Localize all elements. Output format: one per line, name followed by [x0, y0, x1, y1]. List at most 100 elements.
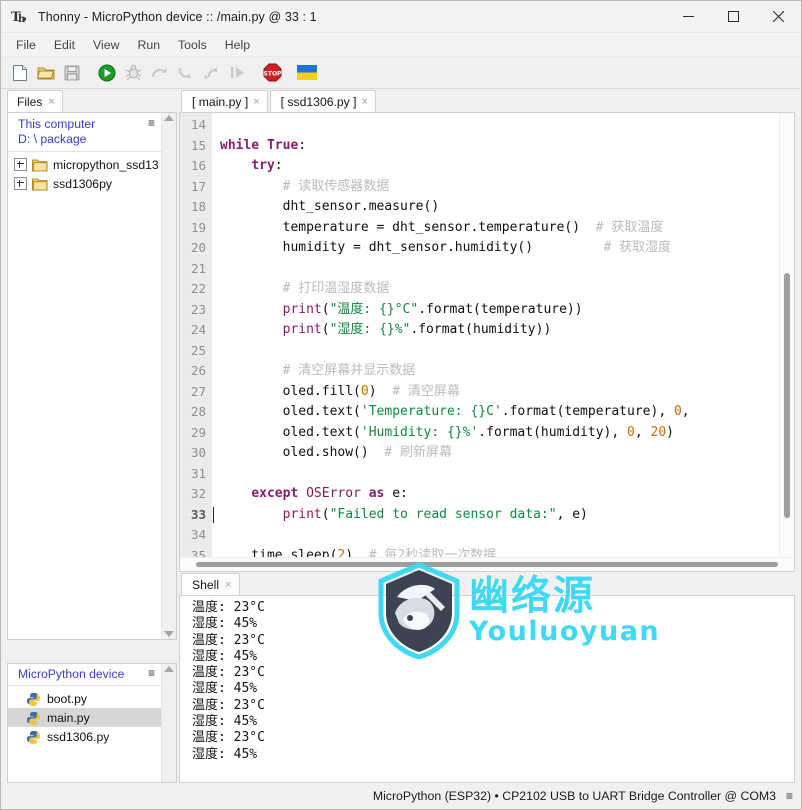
code-line: print("Failed to read sensor data:", e) — [220, 505, 794, 526]
close-icon[interactable]: × — [48, 96, 54, 108]
line-number: 26 — [190, 363, 206, 378]
device-menu-icon[interactable]: ≡ — [148, 667, 155, 679]
code-text-area[interactable]: while True: try: # 读取传感器数据 dht_sensor.me… — [212, 113, 794, 557]
code-line: # 打印温湿度数据 — [220, 279, 794, 300]
menu-tools[interactable]: Tools — [169, 35, 216, 55]
expand-icon[interactable] — [14, 158, 27, 171]
menu-edit[interactable]: Edit — [45, 35, 84, 55]
scroll-up-icon[interactable] — [164, 115, 174, 121]
expand-icon[interactable] — [14, 177, 27, 190]
title-bar: T h Thonny - MicroPython device :: /main… — [1, 1, 801, 33]
code-token: "Failed to read sensor data:" — [329, 506, 557, 522]
close-icon[interactable]: × — [362, 96, 368, 108]
shell-output[interactable]: 温度: 23°C 湿度: 45% 温度: 23°C 湿度: 45% 温度: 23°C 湿度… — [180, 596, 794, 782]
resume-icon[interactable] — [226, 61, 248, 85]
close-button[interactable] — [756, 1, 801, 32]
tab-files[interactable]: Files × — [7, 90, 63, 112]
close-icon[interactable]: × — [225, 579, 231, 591]
code-editor[interactable]: 14 15 16 17 18 19 20 21 22 23 24 25 26 27 28 29 30 31 32 33… — [179, 112, 795, 572]
close-icon[interactable]: × — [253, 96, 259, 108]
device-scrollbar[interactable] — [161, 664, 176, 782]
list-item[interactable]: ssd1306.py — [8, 727, 161, 746]
editor-vertical-scrollbar[interactable] — [779, 113, 794, 558]
step-into-icon[interactable] — [174, 61, 196, 85]
line-number: 34 — [190, 527, 206, 542]
code-token: # 获取温度 — [580, 219, 664, 235]
stop-icon[interactable]: STOP — [261, 61, 283, 85]
device-panel: MicroPython device ≡ boot.py main.py ssd… — [7, 663, 177, 783]
thonny-icon: T h — [11, 8, 29, 26]
code-token: dht_sensor.measure() — [220, 199, 440, 214]
code-line: dht_sensor.measure() — [220, 197, 794, 218]
files-scrollbar[interactable] — [161, 113, 176, 639]
minimize-button[interactable] — [666, 1, 711, 32]
tab-ssd1306-py[interactable]: [ ssd1306.py ] × — [269, 90, 376, 112]
editor-hscroll-thumb[interactable] — [196, 562, 778, 567]
this-computer-label: This computer — [18, 117, 96, 131]
maximize-button[interactable] — [711, 1, 756, 32]
code-token: OSError — [306, 486, 361, 501]
menu-view[interactable]: View — [84, 35, 128, 55]
list-item-label: micropython_ssd13 — [53, 157, 159, 172]
tab-shell-label: Shell — [192, 577, 220, 592]
status-bar: MicroPython (ESP32) • CP2102 USB to UART… — [1, 783, 801, 809]
code-token: ( — [321, 322, 330, 337]
list-item[interactable]: main.py — [8, 708, 161, 727]
list-item[interactable]: micropython_ssd13 — [8, 155, 161, 174]
code-token: 0 — [627, 424, 635, 440]
list-item[interactable]: ssd1306py — [8, 174, 161, 193]
flag-icon[interactable] — [296, 61, 318, 85]
open-file-icon[interactable] — [35, 61, 57, 85]
step-over-icon[interactable] — [148, 61, 170, 85]
code-token: 0 — [673, 404, 682, 419]
list-item[interactable]: boot.py — [8, 689, 161, 708]
device-tree-rows: boot.py main.py ssd1306.py — [8, 686, 161, 746]
backend-status-label[interactable]: MicroPython (ESP32) • CP2102 USB to UART… — [373, 789, 776, 803]
code-token: 'Temperature: {}C' — [360, 404, 502, 419]
new-file-icon[interactable] — [9, 61, 31, 85]
code-token: try — [251, 158, 275, 173]
device-tree: MicroPython device ≡ boot.py main.py ssd… — [8, 664, 161, 782]
code-token: ) — [666, 424, 674, 440]
code-token: humidity = dht_sensor.humidity() — [220, 240, 534, 255]
line-number: 32 — [190, 486, 206, 501]
debug-icon[interactable] — [122, 61, 144, 85]
scroll-down-icon[interactable] — [164, 631, 174, 637]
menu-file[interactable]: File — [7, 35, 45, 55]
code-token: "湿度: {}%" — [329, 322, 411, 337]
menu-help[interactable]: Help — [216, 35, 259, 55]
list-item-label: ssd1306.py — [47, 729, 110, 744]
shell-line: 湿度: 45% — [192, 648, 258, 664]
code-token: True — [266, 137, 299, 153]
menu-run[interactable]: Run — [128, 35, 169, 55]
editor-tabstrip: [ main.py ] × [ ssd1306.py ] × — [179, 89, 801, 112]
scroll-up-icon[interactable] — [164, 666, 174, 672]
tab-main-py-label: [ main.py ] — [192, 94, 249, 109]
run-icon[interactable] — [96, 61, 118, 85]
editor-horizontal-scrollbar[interactable] — [180, 557, 794, 571]
code-token: , e) — [556, 506, 588, 522]
folder-icon — [32, 177, 48, 191]
editor-viewport: 14 15 16 17 18 19 20 21 22 23 24 25 26 27 28 29 30 31 32 33… — [180, 113, 794, 557]
step-out-icon[interactable] — [200, 61, 222, 85]
editor-vscroll-thumb[interactable] — [784, 273, 790, 518]
code-token: oled.text( — [220, 424, 361, 440]
tab-shell[interactable]: Shell × — [181, 573, 240, 595]
code-line: try: — [220, 156, 794, 177]
shell-panel[interactable]: 温度: 23°C 湿度: 45% 温度: 23°C 湿度: 45% 温度: 23°C 湿度… — [179, 595, 795, 783]
code-token: "温度: {}°C" — [329, 301, 419, 317]
status-menu-icon[interactable]: ≡ — [786, 789, 793, 803]
code-token: , — [681, 404, 690, 419]
tab-main-py[interactable]: [ main.py ] × — [181, 90, 268, 112]
window-controls — [666, 1, 801, 32]
files-menu-icon[interactable]: ≡ — [148, 117, 155, 129]
menu-bar: File Edit View Run Tools Help — [1, 33, 801, 57]
code-token: e: — [384, 486, 408, 501]
save-file-icon[interactable] — [61, 61, 83, 85]
